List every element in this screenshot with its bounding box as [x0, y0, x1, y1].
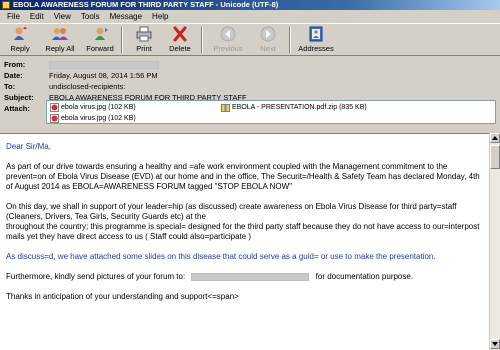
- paragraph-text: for documentation purpose.: [315, 272, 414, 281]
- to-value: undisclosed-recipients:: [49, 82, 126, 91]
- previous-button[interactable]: Previous: [206, 24, 250, 56]
- print-button[interactable]: Print: [126, 24, 162, 56]
- window-title: EBOLA AWARENESS FORUM FOR THIRD PARTY ST…: [13, 0, 279, 9]
- date-row: Date: Friday, August 08, 2014 1:56 PM: [4, 70, 158, 81]
- delete-x-icon: [173, 26, 187, 42]
- reply-icon: [14, 26, 27, 40]
- paragraph-line: throughout the country; this programme i…: [6, 222, 480, 241]
- to-row: To: undisclosed-recipients:: [4, 81, 125, 92]
- arrow-up-icon: [492, 136, 498, 140]
- paragraph: As part of our drive towards ensuring a …: [6, 162, 480, 191]
- menu-edit[interactable]: Edit: [25, 10, 49, 23]
- scroll-up-button[interactable]: [490, 133, 500, 143]
- toolbar-separator: [289, 27, 291, 53]
- menu-message[interactable]: Message: [105, 10, 147, 23]
- attach-label: Attach:: [4, 104, 30, 113]
- toolbar: Reply Reply All Forward Print Delete Pre…: [0, 23, 500, 56]
- image-file-icon: [50, 114, 59, 123]
- previous-arrow-icon: [220, 26, 236, 42]
- scroll-thumb[interactable]: [490, 145, 500, 169]
- reply-button[interactable]: Reply: [2, 24, 38, 56]
- message-body[interactable]: Dear Sir/Ma, As part of our drive toward…: [0, 133, 489, 350]
- attachment-item[interactable]: ebola virus.jpg (102 KB): [50, 114, 136, 123]
- paragraph: Furthermore, kindly send pictures of you…: [6, 272, 484, 282]
- window-title-bar[interactable]: EBOLA AWARENESS FORUM FOR THIRD PARTY ST…: [0, 0, 500, 10]
- toolbar-separator: [121, 27, 123, 53]
- next-arrow-icon: [260, 26, 276, 42]
- paragraph: As discuss=d, we have attached some slid…: [6, 252, 436, 261]
- delete-button[interactable]: Delete: [162, 24, 198, 56]
- attachment-list: ebola virus.jpg (102 KB) ebola virus.jpg…: [46, 100, 496, 124]
- redacted-email: [191, 272, 310, 281]
- paragraph: Thanks in anticipation of your understan…: [6, 292, 239, 301]
- reply-all-icon: [52, 28, 68, 40]
- reply-all-button[interactable]: Reply All: [38, 24, 82, 56]
- next-button[interactable]: Next: [250, 24, 286, 56]
- address-book-icon: [309, 26, 323, 42]
- forward-button[interactable]: Forward: [82, 24, 118, 56]
- attach-row: Attach:: [4, 103, 49, 114]
- menu-help[interactable]: Help: [147, 10, 173, 23]
- zip-file-icon: [221, 104, 230, 112]
- menu-file[interactable]: File: [2, 10, 25, 23]
- redacted-sender: [49, 60, 159, 69]
- toolbar-separator: [201, 27, 203, 53]
- menu-bar: File Edit View Tools Message Help: [0, 10, 500, 23]
- paragraph: On this day, we shall in support of your…: [6, 202, 484, 242]
- attachment-item[interactable]: EBOLA - PRESENTATION.pdf.zip (835 KB): [221, 103, 367, 112]
- addresses-button[interactable]: Addresses: [294, 24, 338, 56]
- vertical-scrollbar[interactable]: [489, 133, 500, 350]
- arrow-down-icon: [492, 342, 498, 346]
- date-value: Friday, August 08, 2014 1:56 PM: [49, 71, 158, 80]
- menu-tools[interactable]: Tools: [76, 10, 105, 23]
- from-row: From:: [4, 59, 159, 70]
- subject-label: Subject:: [4, 93, 34, 102]
- paragraph-text: Furthermore, kindly send pictures of you…: [6, 272, 186, 281]
- date-label: Date:: [4, 71, 23, 80]
- attachment-item[interactable]: ebola virus.jpg (102 KB): [50, 103, 136, 112]
- image-file-icon: [50, 103, 59, 112]
- message-app-icon: [2, 1, 10, 9]
- menu-view[interactable]: View: [49, 10, 76, 23]
- to-label: To:: [4, 82, 16, 91]
- scroll-down-button[interactable]: [490, 339, 500, 349]
- printer-icon: [136, 26, 152, 42]
- from-label: From:: [4, 60, 26, 69]
- message-text: Dear Sir/Ma, As part of our drive toward…: [6, 142, 484, 312]
- paragraph-line: On this day, we shall in support of your…: [6, 202, 457, 221]
- forward-icon: [95, 27, 108, 40]
- greeting: Dear Sir/Ma,: [6, 142, 51, 151]
